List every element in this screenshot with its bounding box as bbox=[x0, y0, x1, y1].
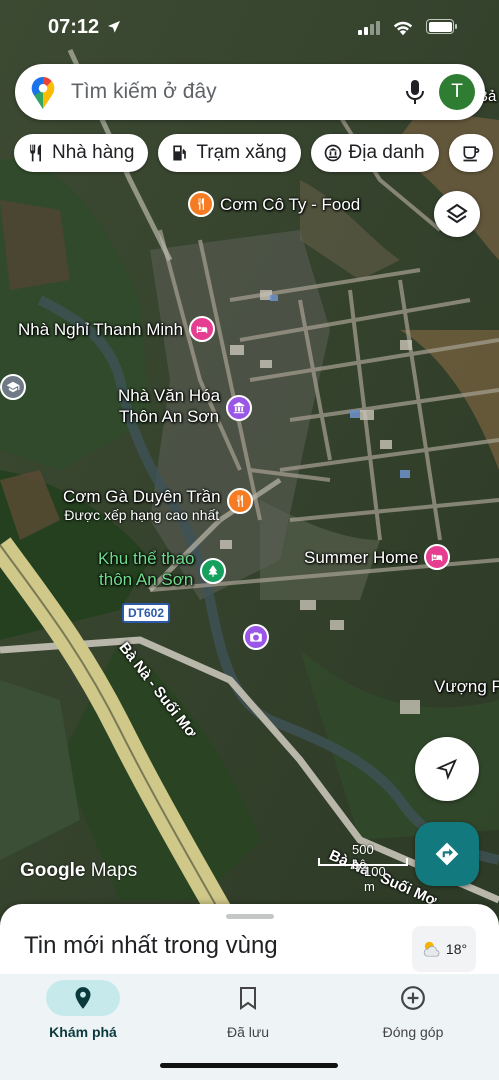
sheet-title: Tin mới nhất trong vùng bbox=[24, 932, 278, 959]
google-maps-attribution: Google Maps bbox=[20, 860, 137, 882]
place-label-line2: Thôn An Sơn bbox=[119, 407, 220, 426]
chip-label: Trạm xăng bbox=[196, 142, 287, 163]
poi-nha-van-hoa[interactable]: Nhà Văn Hóa Thôn An Sơn bbox=[118, 385, 253, 427]
my-location-button[interactable] bbox=[415, 737, 479, 801]
coffee-icon bbox=[463, 146, 479, 162]
chip-label: Nhà hàng bbox=[52, 142, 135, 163]
place-label: Summer Home bbox=[304, 547, 419, 567]
poi-khu-the-thao[interactable]: Khu thể thao thôn An Sơn bbox=[98, 548, 227, 590]
tab-label: Khám phá bbox=[49, 1024, 117, 1040]
chip-coffee[interactable] bbox=[448, 134, 493, 172]
park-icon bbox=[200, 558, 227, 584]
home-indicator[interactable] bbox=[160, 1063, 338, 1068]
poi-summer-home[interactable]: Summer Home bbox=[304, 544, 451, 570]
place-label: Vượng F bbox=[434, 677, 499, 696]
tab-label: Đã lưu bbox=[226, 1024, 270, 1040]
account-avatar[interactable]: T bbox=[439, 74, 475, 110]
tab-icon-container bbox=[211, 980, 285, 1016]
attribution-product: Maps bbox=[90, 860, 138, 881]
layers-icon bbox=[446, 203, 468, 224]
navigation-arrow-icon bbox=[436, 758, 458, 780]
sheet-drag-handle[interactable] bbox=[226, 914, 274, 919]
chip-label: Địa danh bbox=[348, 142, 425, 163]
cellular-signal-icon bbox=[358, 21, 380, 35]
hotel-icon bbox=[189, 316, 216, 342]
directions-icon bbox=[435, 842, 459, 866]
scale-bar bbox=[318, 858, 408, 866]
poi-vuong-partial[interactable]: Vượng F bbox=[434, 676, 499, 697]
school-icon bbox=[0, 374, 26, 400]
layers-button[interactable] bbox=[434, 191, 480, 237]
tab-explore[interactable]: Khám phá bbox=[18, 980, 148, 1040]
location-arrow-icon bbox=[108, 21, 120, 33]
community-hall-icon bbox=[226, 395, 253, 421]
poi-com-co-ty[interactable]: Cơm Cô Ty - Food bbox=[188, 191, 360, 217]
fork-knife-icon bbox=[30, 144, 41, 162]
gas-station-icon bbox=[173, 145, 187, 161]
weather-chip[interactable]: 18° bbox=[412, 926, 476, 972]
status-bar: 07:12 bbox=[0, 0, 499, 54]
hotel-icon bbox=[424, 544, 451, 570]
category-chips: Nhà hàng Trạm xăng Địa danh bbox=[14, 134, 493, 172]
tab-icon-container bbox=[46, 980, 120, 1016]
chip-restaurants[interactable]: Nhà hàng bbox=[14, 134, 149, 172]
poi-com-ga[interactable]: Cơm Gà Duyên Trần Được xếp hạng cao nhất bbox=[63, 486, 253, 523]
poi-school[interactable] bbox=[0, 374, 26, 400]
wifi-icon bbox=[393, 21, 413, 36]
tab-contribute[interactable]: Đóng góp bbox=[348, 980, 478, 1040]
tab-icon-container bbox=[376, 980, 450, 1016]
explore-pin-icon bbox=[75, 987, 91, 1009]
status-time: 07:12 bbox=[48, 16, 100, 38]
place-label: Cơm Gà Duyên Trần bbox=[63, 487, 221, 506]
battery-icon bbox=[426, 19, 457, 34]
microphone-icon[interactable] bbox=[403, 79, 427, 105]
temperature: 18° bbox=[445, 941, 468, 957]
place-label: Nhà Nghỉ Thanh Minh bbox=[18, 319, 184, 339]
place-label-line1: Nhà Văn Hóa bbox=[118, 386, 221, 405]
chip-gas-stations[interactable]: Trạm xăng bbox=[158, 134, 301, 172]
partly-cloudy-icon bbox=[423, 941, 440, 957]
poi-photo-spot[interactable] bbox=[243, 624, 269, 650]
bookmark-icon bbox=[240, 987, 256, 1010]
search-bar[interactable]: Tìm kiếm ở đây T bbox=[15, 64, 485, 120]
place-label-line1: Khu thể thao bbox=[98, 549, 195, 568]
restaurant-icon bbox=[226, 488, 253, 514]
chip-landmarks[interactable]: Địa danh bbox=[310, 134, 439, 172]
google-maps-pin-logo-icon bbox=[31, 77, 55, 109]
tab-saved[interactable]: Đã lưu bbox=[183, 980, 313, 1040]
tab-label: Đóng góp bbox=[382, 1024, 444, 1040]
attribution-brand: Google bbox=[20, 860, 86, 881]
restaurant-icon bbox=[188, 191, 214, 217]
poi-nha-nghi[interactable]: Nhà Nghỉ Thanh Minh bbox=[18, 316, 216, 342]
search-input[interactable]: Tìm kiếm ở đây bbox=[71, 80, 217, 104]
road-shield-dt602: DT602 bbox=[122, 603, 171, 623]
camera-icon bbox=[243, 624, 269, 650]
scale-bottom-label: 100 m bbox=[364, 864, 386, 894]
place-rating-badge: Được xếp hạng cao nhất bbox=[64, 507, 220, 523]
place-label: Cơm Cô Ty - Food bbox=[220, 194, 361, 214]
add-circle-icon bbox=[401, 986, 425, 1010]
place-label-line2: thôn An Sơn bbox=[99, 570, 194, 589]
landmark-icon bbox=[324, 144, 341, 162]
directions-button[interactable] bbox=[415, 822, 479, 886]
